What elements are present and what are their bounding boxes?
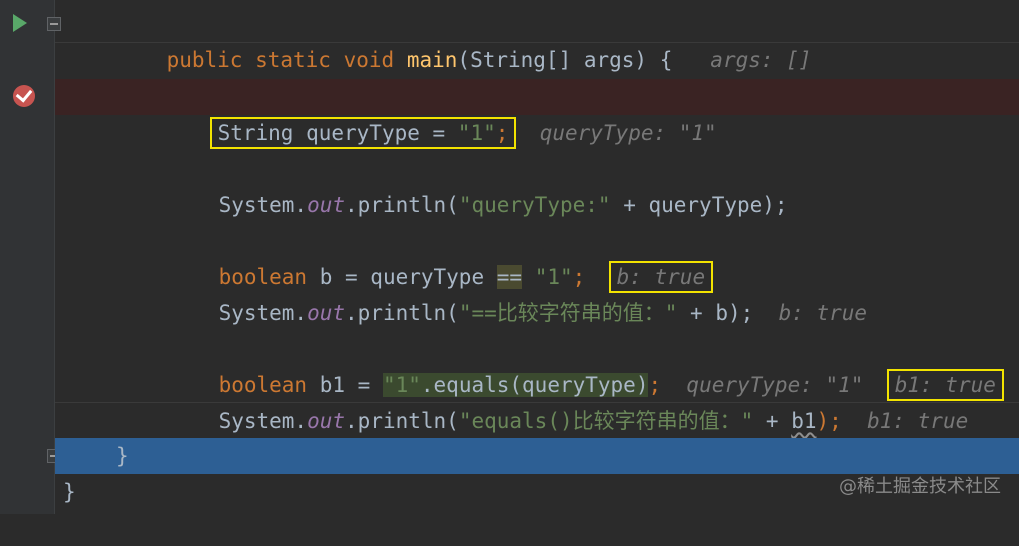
closing-brace: } <box>116 444 129 468</box>
breakpoint-icon[interactable] <box>13 85 35 107</box>
code-text: System. <box>218 301 308 325</box>
semicolon: ; <box>495 121 509 145</box>
highlight-box: String queryType = "1"; <box>209 117 517 149</box>
code-line-3[interactable]: System.out.println("queryType:" + queryT… <box>55 151 1019 217</box>
code-text: ); <box>816 409 842 433</box>
keyword: static <box>255 48 331 72</box>
code-line-breakpoint[interactable]: String queryType = "1"; queryType: "1" <box>55 79 1019 149</box>
breakpoint-check-icon <box>15 85 33 103</box>
inline-debug-value: b1: true <box>867 409 969 433</box>
code-line-1[interactable]: public static void main(String[] args) {… <box>55 6 1019 72</box>
inline-debug-value: args: [] <box>710 48 812 72</box>
inline-debug-value: queryType: "1" <box>539 121 717 145</box>
code-line-current-execution[interactable]: } <box>55 438 1019 474</box>
code-line-7[interactable]: System.out.println("equals()比较字符串的值：" + … <box>55 367 1019 433</box>
code-line-6[interactable]: boolean b1 = "1".equals(queryType); quer… <box>55 331 1019 401</box>
static-field: out <box>307 193 346 217</box>
code-text: .println( <box>345 301 459 325</box>
code-text: + b); <box>677 301 754 325</box>
code-text: .println( <box>345 409 459 433</box>
string-literal: "1" <box>457 121 496 145</box>
code-line-5[interactable]: System.out.println("==比较字符串的值：" + b); b:… <box>55 259 1019 325</box>
string-literal: "==比较字符串的值：" <box>458 301 678 325</box>
code-line-4[interactable]: boolean b = queryType == "1"; b: true <box>55 223 1019 293</box>
static-field: out <box>307 301 346 325</box>
closing-brace: } <box>63 480 76 504</box>
string-literal: "queryType:" <box>458 193 611 217</box>
keyword: public <box>166 48 243 72</box>
editor-gutter <box>0 0 55 514</box>
code-text: String queryType = <box>217 121 458 145</box>
variable: b1 <box>791 409 817 433</box>
code-text: .println( <box>345 193 459 217</box>
code-text: System. <box>218 409 308 433</box>
string-literal: "equals()比较字符串的值：" <box>458 409 754 433</box>
code-text: (String[] args) { <box>457 48 673 72</box>
run-icon[interactable] <box>13 14 27 32</box>
code-text: System. <box>218 193 308 217</box>
code-text: + queryType); <box>610 193 788 217</box>
code-text: + <box>753 409 792 433</box>
separator <box>55 402 1019 403</box>
inline-debug-value: b: true <box>778 301 868 325</box>
keyword: void <box>343 48 395 72</box>
watermark: @稀土掘金技术社区 <box>839 476 1001 497</box>
static-field: out <box>307 409 346 433</box>
separator <box>55 42 1019 43</box>
method-name: main <box>406 48 458 72</box>
